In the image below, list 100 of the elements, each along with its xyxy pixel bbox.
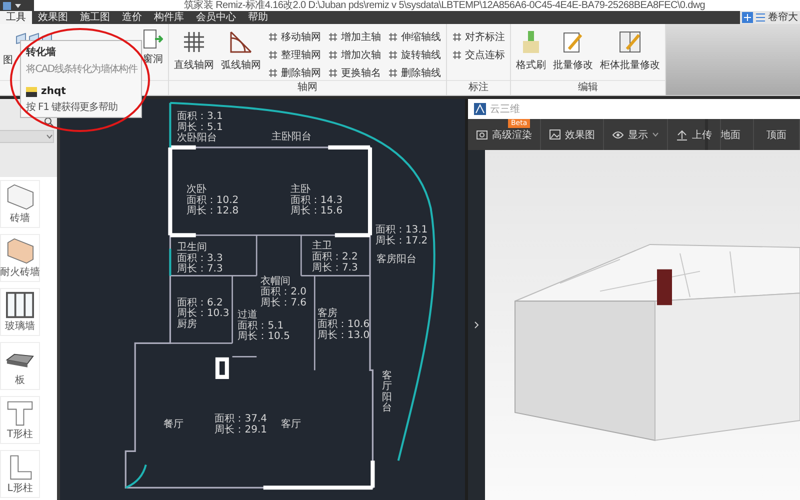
component-card[interactable]: 板 bbox=[0, 342, 40, 390]
ribbon-button[interactable]: 更换轴名 bbox=[326, 65, 383, 80]
room-label: 厨房 bbox=[176, 319, 197, 330]
room-label: 主卧阳台 bbox=[271, 131, 312, 142]
room-label: 客房 bbox=[317, 308, 338, 320]
ribbon-button[interactable]: 增加主轴 bbox=[326, 29, 383, 44]
room-label: 周长：7.3 bbox=[312, 262, 358, 274]
component-label: 耐火砖墙 bbox=[0, 266, 40, 279]
axis-icon bbox=[328, 68, 338, 78]
room-label: 周长：5.1 bbox=[176, 122, 223, 133]
grid-view-icon[interactable] bbox=[742, 12, 753, 23]
component-card[interactable]: 耐火砖墙 bbox=[0, 234, 40, 282]
ribbon-button[interactable]: 弧线轴网 bbox=[219, 27, 263, 74]
room-label: 周长：7.3 bbox=[176, 264, 223, 275]
component-label: 砖墙 bbox=[10, 212, 30, 225]
room-label: 衣帽间 bbox=[260, 276, 291, 287]
axis-icon bbox=[388, 68, 398, 78]
ribbon-button[interactable]: 删除轴线 bbox=[386, 65, 443, 80]
list-view-icon[interactable] bbox=[755, 12, 766, 23]
component-card[interactable]: T形柱 bbox=[0, 396, 40, 444]
ribbon-button[interactable]: 对齐标注 bbox=[450, 29, 507, 44]
ribbon-button[interactable]: 批量修改 bbox=[551, 27, 595, 74]
menu-tab[interactable]: 工具 bbox=[0, 11, 32, 24]
axis-icon bbox=[268, 50, 278, 60]
room-label: 客厅阳台 bbox=[382, 370, 392, 414]
tooltip-description: 将CAD线条转化为墙体构件 bbox=[26, 62, 138, 76]
room-label: 面积：2.2 bbox=[312, 252, 358, 262]
axis-icon bbox=[388, 50, 398, 60]
room-label: 周长：10.3 bbox=[176, 308, 230, 320]
cabinet-pencil-icon bbox=[617, 29, 643, 55]
group-label: 标注 bbox=[447, 80, 510, 95]
ribbon-button[interactable]: 旋转轴线 bbox=[386, 47, 443, 62]
ribbon-button[interactable]: 增加次轴 bbox=[326, 47, 383, 62]
app-icon[interactable] bbox=[3, 2, 11, 10]
ribbon-label: 图 bbox=[3, 54, 13, 67]
component-label: 玻璃墙 bbox=[5, 320, 35, 333]
room-label: 面积：5.1 bbox=[238, 320, 284, 332]
room-label: 面积：2.0 bbox=[260, 286, 307, 298]
room-label: 主卫 bbox=[312, 240, 332, 252]
ribbon-button[interactable]: 直线轴网 bbox=[172, 27, 216, 74]
component-card[interactable]: 砖墙 bbox=[0, 180, 40, 228]
axis-icon bbox=[328, 50, 338, 60]
group-label: 轴网 bbox=[169, 80, 446, 95]
ribbon-button[interactable]: 伸缩轴线 bbox=[386, 29, 443, 44]
panel-label: 卷帘大 bbox=[768, 11, 798, 24]
glass-wall-icon bbox=[4, 291, 36, 319]
ribbon-button[interactable]: 柜体批量修改 bbox=[598, 27, 662, 74]
room-label: 面积：10.2 bbox=[186, 194, 239, 206]
room-label: 过道 bbox=[238, 310, 258, 321]
axis-icon bbox=[388, 32, 398, 42]
menu-tab[interactable]: 构件库 bbox=[148, 11, 190, 24]
room-label: 次卧阳台 bbox=[176, 132, 217, 144]
room-label: 卫生间 bbox=[176, 242, 207, 254]
menu-tab[interactable]: 效果图 bbox=[32, 11, 74, 24]
room-label: 餐厅 bbox=[163, 418, 184, 430]
ribbon-button[interactable]: 格式刷 bbox=[514, 27, 548, 74]
axis-icon bbox=[452, 50, 462, 60]
ribbon-button[interactable]: 整理轴网 bbox=[266, 47, 323, 62]
room-label: 面积：10.6 bbox=[317, 319, 370, 330]
component-label: 板 bbox=[15, 374, 25, 387]
room-label: 面积：3.3 bbox=[176, 252, 223, 264]
command-name: zhqt bbox=[41, 86, 66, 97]
menu-tab[interactable]: 会员中心 bbox=[190, 11, 242, 24]
room-label: 周长：10.5 bbox=[238, 331, 290, 342]
ribbon-button[interactable]: 移动轴网 bbox=[266, 29, 323, 44]
room-label: 周长：12.8 bbox=[186, 206, 239, 217]
axis-icon bbox=[268, 32, 278, 42]
grid-icon bbox=[181, 29, 207, 55]
room-label: 主卧 bbox=[290, 184, 310, 195]
help-hint: 按 F1 键获得更多帮助 bbox=[26, 100, 118, 114]
component-card[interactable]: L形柱 bbox=[0, 450, 40, 498]
axis-icon bbox=[268, 68, 278, 78]
eye-icon bbox=[612, 130, 624, 138]
window-opening-button[interactable]: 窗洞 bbox=[141, 27, 165, 68]
room-label: 面积：6.2 bbox=[176, 297, 223, 308]
ribbon-button[interactable]: 交点连标 bbox=[450, 47, 507, 62]
room-label: 周长：15.6 bbox=[290, 206, 343, 217]
room-label: 面积：3.1 bbox=[176, 111, 223, 122]
search-icon[interactable] bbox=[44, 117, 54, 127]
menu-tab[interactable]: 造价 bbox=[116, 11, 148, 24]
dropdown-icon[interactable] bbox=[15, 4, 21, 8]
room-label: 次卧 bbox=[186, 184, 206, 195]
component-card[interactable]: 玻璃墙 bbox=[0, 288, 40, 336]
room-label: 面积：13.1 bbox=[375, 224, 428, 236]
camera-icon bbox=[476, 129, 488, 140]
room-label: 周长：13.0 bbox=[317, 330, 370, 341]
tooltip-title: 转化墙 bbox=[26, 46, 57, 59]
chevron-right-icon[interactable] bbox=[474, 321, 479, 329]
room-label: 面积：37.4 bbox=[214, 414, 267, 424]
component-label: T形柱 bbox=[6, 428, 34, 441]
group-label: 编辑 bbox=[511, 80, 665, 95]
room-label: 面积：14.3 bbox=[290, 194, 343, 206]
room-label: 周长：29.1 bbox=[214, 424, 267, 436]
ribbon-button[interactable]: 删除轴网 bbox=[266, 65, 323, 80]
menu-tab[interactable]: 帮助 bbox=[242, 11, 274, 24]
room-label: 周长：17.2 bbox=[375, 235, 428, 246]
room-label: 周长：7.6 bbox=[260, 297, 307, 308]
room-label: 客房阳台 bbox=[376, 254, 417, 266]
menu-tab[interactable]: 施工图 bbox=[74, 11, 116, 24]
command-icon bbox=[26, 86, 37, 96]
